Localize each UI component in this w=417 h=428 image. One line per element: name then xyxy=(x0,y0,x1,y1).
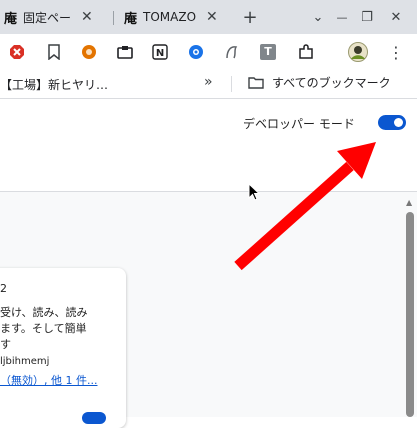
bookmarks-divider xyxy=(231,76,232,92)
bookmarks-overflow-icon[interactable]: » xyxy=(204,74,213,90)
developer-mode-label: デベロッパー モード xyxy=(243,117,355,131)
clipper-icon[interactable] xyxy=(115,42,135,62)
share-icon[interactable] xyxy=(186,42,206,62)
extension-id: ljbihmemj xyxy=(0,356,50,367)
wordpress-icon[interactable] xyxy=(79,42,99,62)
notion-icon[interactable]: N xyxy=(150,42,170,62)
text-icon[interactable]: T xyxy=(258,42,278,62)
close-window-button[interactable]: ✕ xyxy=(384,0,408,34)
developer-mode-toggle[interactable] xyxy=(378,115,406,130)
tab-pinned-page[interactable]: 庵 固定ペー ✕ xyxy=(4,0,100,34)
all-bookmarks-button[interactable]: すべてのブックマーク xyxy=(248,74,391,91)
bookmark-icon[interactable] xyxy=(44,42,64,62)
extension-enable-toggle[interactable] xyxy=(82,412,106,424)
new-tab-button[interactable]: + xyxy=(238,0,262,34)
restore-button[interactable]: ❐ xyxy=(355,0,379,34)
site-favicon-icon: 庵 xyxy=(4,11,18,27)
tab-divider xyxy=(113,11,114,25)
extensions-icon[interactable] xyxy=(296,42,316,62)
extension-card: 2 受け、読み、読み ます。そして簡単 す ljbihmemj （無効）, 他 … xyxy=(0,268,126,428)
inspect-views-link[interactable]: （無効）, 他 1 件... xyxy=(0,372,97,388)
close-tab-icon[interactable]: ✕ xyxy=(206,9,218,25)
text-icon-letter: T xyxy=(260,44,276,60)
profile-avatar-icon[interactable] xyxy=(348,42,368,62)
tab-title: 固定ペー xyxy=(23,10,72,25)
extension-description: 受け、読み、読み xyxy=(0,306,88,319)
extensions-header: デベロッパー モード xyxy=(0,99,417,192)
adblock-icon[interactable] xyxy=(7,42,27,62)
page-scrollbar[interactable]: ▲ xyxy=(405,198,415,417)
extension-version: 2 xyxy=(0,282,7,295)
tab-search-button[interactable]: ⌄ xyxy=(306,0,330,34)
site-favicon-icon: 庵 xyxy=(124,11,138,27)
menu-icon[interactable]: ⋮ xyxy=(386,42,406,62)
scroll-up-icon[interactable]: ▲ xyxy=(406,198,412,207)
notion-letter: N xyxy=(156,48,164,59)
browser-toolbar: N T ⋮ xyxy=(0,34,417,70)
extension-description: す xyxy=(0,338,11,351)
mouse-cursor-icon xyxy=(248,183,261,201)
folder-icon xyxy=(248,77,264,89)
tab-tomazo[interactable]: 庵 TOMAZO ✕ xyxy=(124,0,230,34)
tab-title: TOMAZO xyxy=(143,10,197,24)
scrollbar-thumb[interactable] xyxy=(406,212,414,417)
shield-script-icon[interactable] xyxy=(222,42,242,62)
all-bookmarks-label: すべてのブックマーク xyxy=(272,76,391,90)
toggle-knob xyxy=(394,118,403,127)
tab-strip: 庵 固定ペー ✕ 庵 TOMAZO ✕ + ⌄ — ❐ ✕ xyxy=(0,0,417,34)
close-tab-icon[interactable]: ✕ xyxy=(81,9,93,25)
bookmarks-bar: 【工場】新ヒヤリ… » すべてのブックマーク xyxy=(0,70,417,99)
bookmark-item[interactable]: 【工場】新ヒヤリ… xyxy=(0,76,108,93)
extension-description: ます。そして簡単 xyxy=(0,322,87,335)
minimize-button[interactable]: — xyxy=(330,0,354,34)
